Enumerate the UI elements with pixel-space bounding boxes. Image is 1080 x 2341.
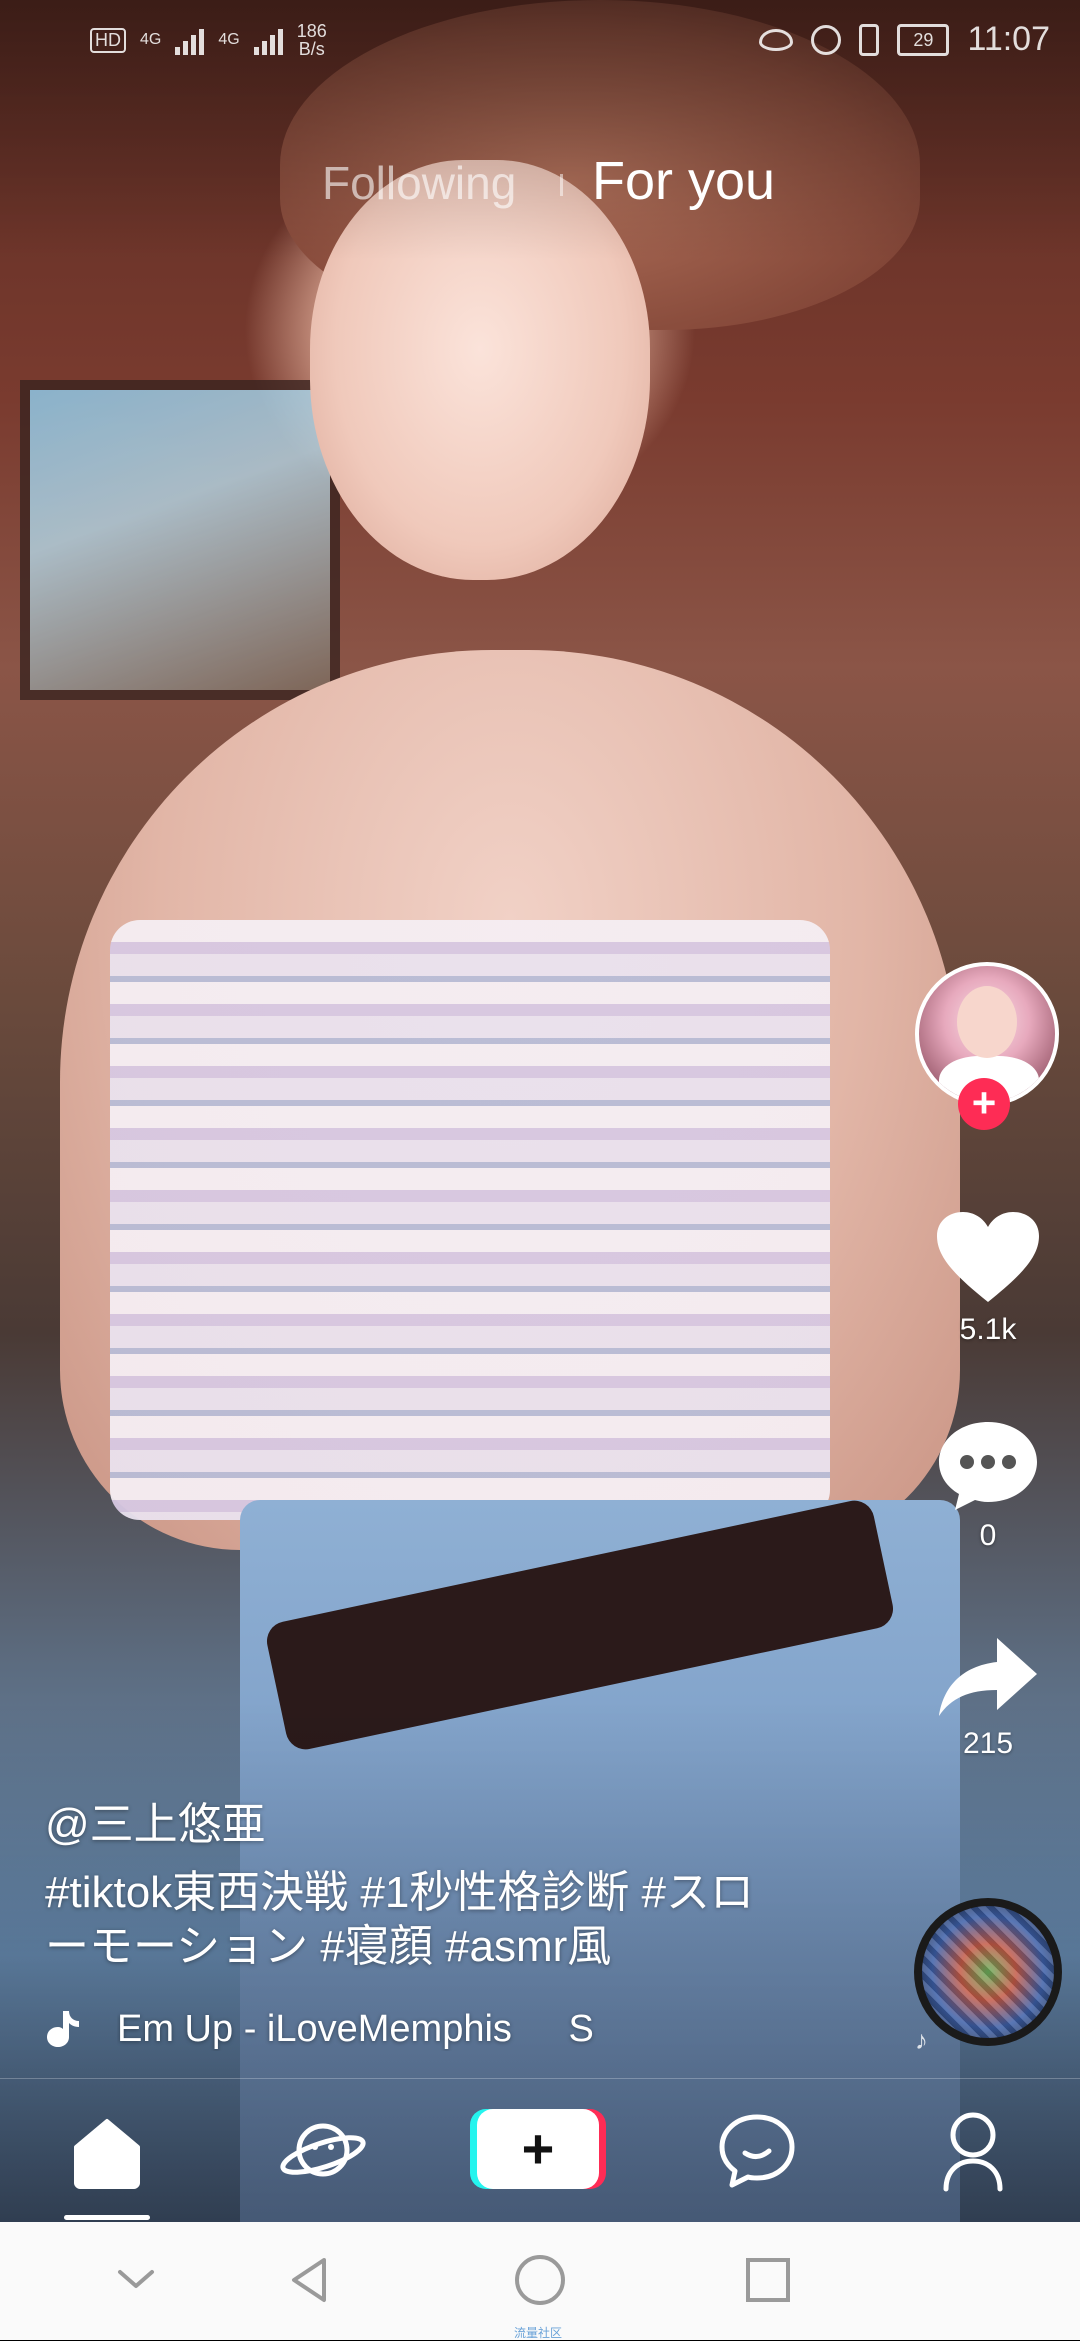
status-bar: HD 4G 4G 186 B/s 29 11:07 [0, 0, 1080, 84]
home-circle-icon[interactable] [512, 2252, 568, 2308]
home-icon [74, 2119, 140, 2189]
music-title-trailing: S [568, 2007, 594, 2050]
signal-icon [175, 25, 205, 55]
background-window [20, 380, 340, 700]
heart-icon [937, 1212, 1039, 1302]
comment-button[interactable]: 0 [926, 1418, 1050, 1553]
network-speed-unit: B/s [298, 39, 325, 59]
video-subject-top [110, 920, 830, 1520]
watermark: 流量社区 [514, 2326, 563, 2340]
feed-tabs: Following For you [0, 150, 1080, 220]
share-count: 215 [962, 1727, 1014, 1760]
battery-icon: 29 [897, 23, 950, 56]
video-caption[interactable]: #tiktok東西決戦 #1秒性格診断 #スローモーション #寝顔 #asmr風 [45, 1866, 765, 1974]
like-button[interactable]: 5.1k [926, 1208, 1050, 1347]
active-tab-indicator [64, 2215, 150, 2220]
create-icon: + [470, 2109, 606, 2189]
share-button[interactable]: 215 [926, 1632, 1050, 1761]
share-icon [939, 1638, 1037, 1716]
nav-create[interactable]: + [470, 2109, 606, 2189]
recents-icon[interactable] [740, 2252, 796, 2308]
comment-count: 0 [979, 1519, 997, 1552]
hd-icon: HD [90, 27, 126, 53]
eye-icon [759, 28, 794, 51]
nav-home[interactable] [62, 2105, 152, 2195]
music-row[interactable]: Em Up - iLoveMemphis S [45, 2004, 637, 2054]
tab-separator [560, 174, 563, 196]
inbox-icon [719, 2114, 795, 2188]
network-speed-value: 186 [296, 21, 327, 41]
music-note-icon [47, 2011, 79, 2047]
music-title-main: Em Up - iLoveMemphis [117, 2007, 512, 2050]
tab-following[interactable]: Following [322, 156, 516, 210]
author-handle[interactable]: @三上悠亜 [45, 1788, 266, 1852]
nav-profile[interactable] [928, 2105, 1018, 2195]
discover-icon [280, 2123, 366, 2177]
clock: 11:07 [967, 20, 1050, 58]
avatar-face [957, 986, 1017, 1058]
vibrate-icon [859, 23, 880, 56]
alarm-icon [811, 24, 842, 55]
bottom-nav: + [0, 2078, 1080, 2223]
hide-nav-chevron-icon[interactable] [108, 2252, 164, 2308]
network-type-left: 4G [140, 31, 162, 48]
network-type-right: 4G [218, 31, 240, 48]
like-count: 5.1k [959, 1313, 1017, 1346]
nav-inbox[interactable] [712, 2105, 802, 2195]
floating-note-icon: ♪ [915, 2025, 928, 2055]
profile-icon [943, 2112, 1003, 2192]
network-speed: 186 B/s [297, 22, 327, 58]
music-title: Em Up - iLoveMemphis S [117, 2008, 637, 2051]
comment-icon [939, 1422, 1037, 1510]
signal-icon-2 [253, 25, 283, 55]
tab-for-you[interactable]: For you [592, 150, 775, 212]
create-plus: + [477, 2109, 599, 2189]
back-icon[interactable] [282, 2252, 338, 2308]
nav-discover[interactable] [278, 2105, 368, 2195]
system-navigation-bar: 流量社区 [0, 2222, 1080, 2340]
follow-button[interactable]: + [958, 1078, 1010, 1130]
music-disc[interactable] [914, 1898, 1062, 2046]
